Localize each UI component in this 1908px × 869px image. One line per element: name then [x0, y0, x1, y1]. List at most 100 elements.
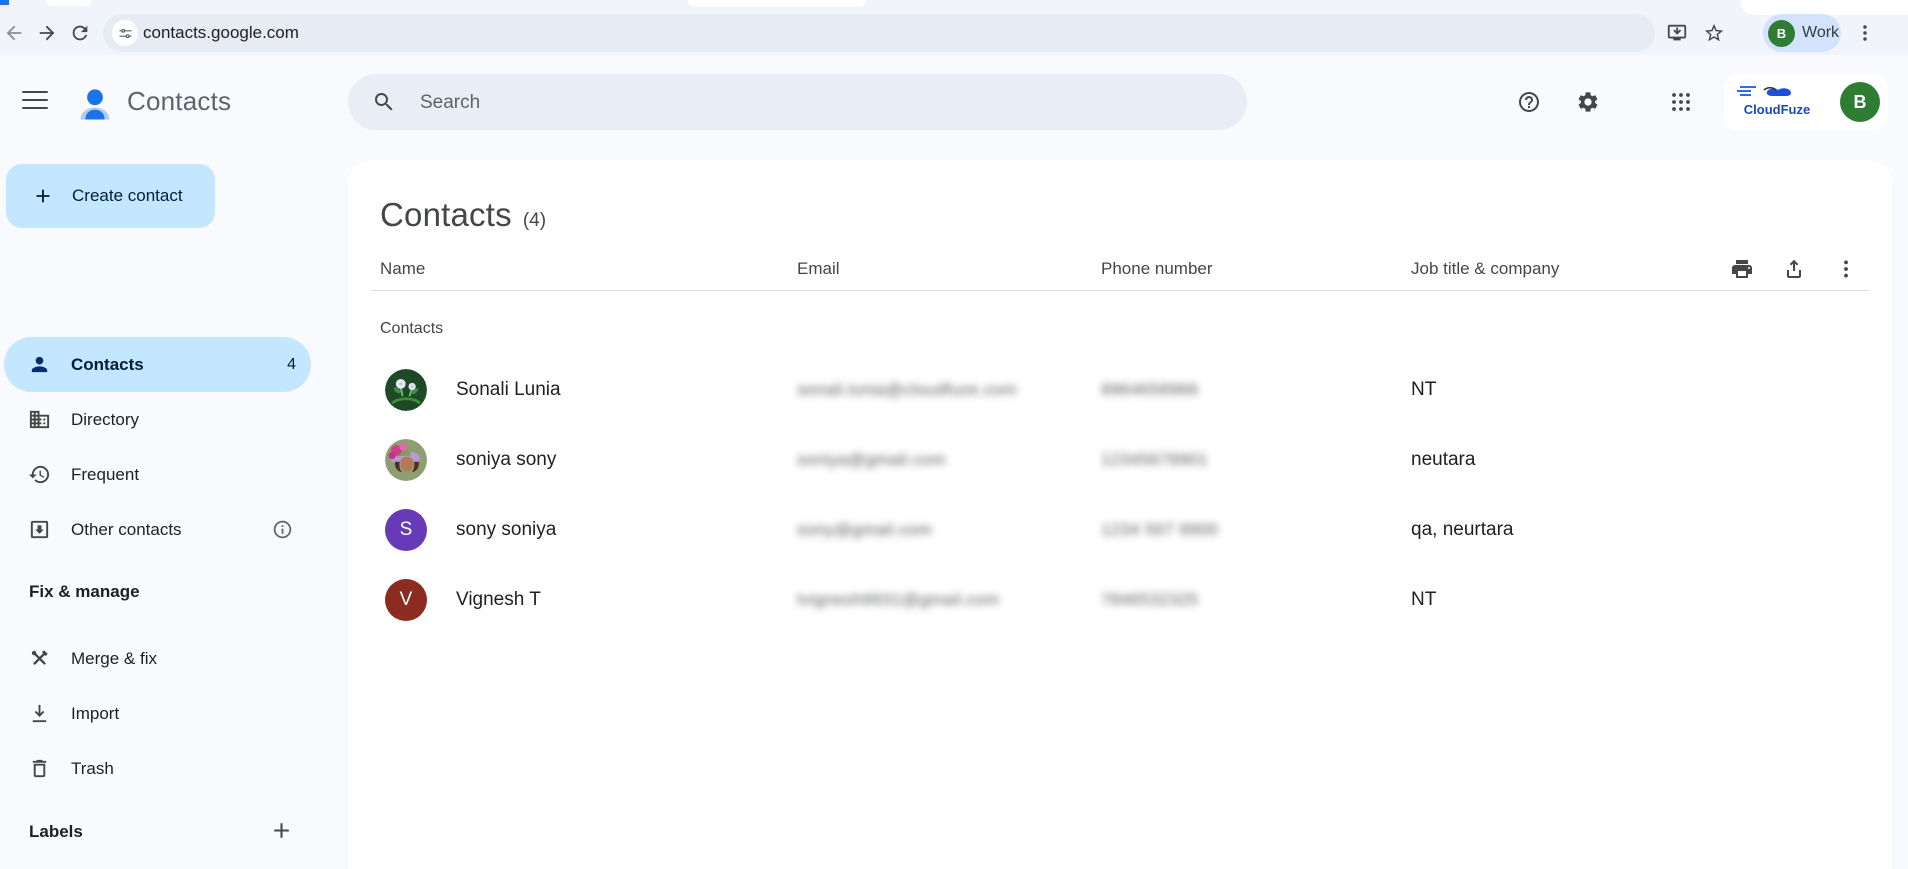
page-title-count: (4)	[522, 210, 547, 231]
page-title: Contacts (4)	[380, 196, 546, 234]
contacts-group-label: Contacts	[380, 320, 444, 337]
browser-menu-icon[interactable]	[1851, 19, 1879, 47]
sidebar-item-frequent[interactable]: Frequent	[0, 447, 348, 502]
contact-avatar-monogram[interactable]: S	[385, 509, 427, 551]
contact-avatar-flowers[interactable]	[385, 369, 427, 411]
sidebar-item-contacts[interactable]: Contacts 4	[0, 337, 348, 392]
contact-phone-blurred: 1234 567 8900	[1101, 520, 1219, 539]
address-bar[interactable]: contacts.google.com	[103, 14, 1655, 52]
contact-job: neutara	[1411, 449, 1476, 470]
search-input[interactable]	[418, 74, 1212, 132]
tab-strip-hint	[688, 0, 866, 7]
browser-profile-name: Work	[1802, 24, 1840, 41]
column-header-phone: Phone number	[1101, 259, 1213, 278]
install-app-icon[interactable]	[1663, 19, 1691, 47]
contacts-logo-icon	[74, 81, 116, 123]
create-contact-label: Create contact	[72, 186, 183, 205]
contact-name: soniya sony	[456, 449, 557, 470]
sidebar-item-label: Directory	[71, 410, 140, 429]
table-header-row: Name Email Phone number Job title & comp…	[348, 248, 1892, 290]
settings-gear-icon[interactable]	[1576, 90, 1600, 114]
reload-icon[interactable]	[66, 19, 94, 47]
contact-name: Sonali Lunia	[456, 379, 561, 400]
page-title-text: Contacts	[380, 196, 512, 233]
browser-profile-avatar: B	[1768, 19, 1795, 47]
forward-icon[interactable]	[33, 19, 61, 47]
cloudfuze-logo: CloudFuze	[1734, 81, 1820, 123]
sidebar-item-trash[interactable]: Trash	[0, 741, 348, 796]
site-info-icon[interactable]	[112, 20, 138, 46]
print-icon[interactable]	[1730, 257, 1754, 281]
search-bar[interactable]	[348, 74, 1247, 132]
account-avatar[interactable]: B	[1840, 82, 1880, 122]
sidebar-item-other-contacts[interactable]: Other contacts	[0, 502, 348, 557]
bookmark-star-icon[interactable]	[1700, 19, 1728, 47]
table-row-sony-soniya[interactable]: S sony soniya sony@gmail.com 1234 567 89…	[348, 495, 1892, 565]
app-title: Contacts	[127, 86, 232, 116]
sidebar-item-label: Other contacts	[71, 520, 182, 539]
contact-email-blurred: tvignesh9931@gmail.com	[797, 590, 1000, 609]
trash-icon	[28, 757, 51, 780]
sidebar: Create contact Contacts 4 Directory Freq…	[0, 140, 348, 869]
tools-icon	[28, 647, 51, 670]
search-icon[interactable]	[372, 90, 396, 114]
tab-strip-accent	[0, 0, 9, 5]
contacts-list-panel: Contacts (4) Name Email Phone number Job…	[348, 160, 1892, 869]
contact-avatar-monogram[interactable]: V	[385, 579, 427, 621]
sidebar-item-label: Import	[71, 704, 120, 723]
main-menu-icon[interactable]	[20, 88, 50, 112]
back-icon[interactable]	[0, 19, 28, 47]
sidebar-item-label: Merge & fix	[71, 649, 157, 668]
column-header-email: Email	[797, 259, 840, 278]
sidebar-item-label: Frequent	[71, 465, 140, 484]
screen: contacts.google.com B Work Contacts Sear…	[0, 0, 1908, 869]
contact-email-blurred: sonali.lunia@cloudfuze.com	[797, 380, 1017, 399]
column-header-name: Name	[380, 259, 426, 278]
url-text[interactable]: contacts.google.com	[143, 14, 299, 52]
contacts-table: Sonali Lunia sonali.lunia@cloudfuze.com …	[348, 355, 1892, 635]
table-row-vignesh-t[interactable]: V Vignesh T tvignesh9931@gmail.com 78465…	[348, 565, 1892, 635]
sidebar-item-merge-fix[interactable]: Merge & fix	[0, 631, 348, 686]
contact-name: Vignesh T	[456, 589, 541, 610]
table-row-soniya-sony[interactable]: soniya sony soniya@gmail.com 12345678901…	[348, 425, 1892, 495]
help-icon[interactable]	[1517, 90, 1541, 114]
export-upload-icon[interactable]	[1782, 257, 1806, 281]
sidebar-item-label: Contacts	[71, 355, 144, 374]
contact-job: NT	[1411, 589, 1437, 610]
info-icon[interactable]	[272, 519, 293, 540]
contact-email-blurred: sony@gmail.com	[797, 520, 932, 539]
header-divider	[370, 290, 1870, 291]
column-header-job: Job title & company	[1411, 259, 1560, 278]
labels-heading: Labels	[29, 822, 83, 841]
contact-avatar-portrait[interactable]	[385, 439, 427, 481]
sidebar-item-import[interactable]: Import	[0, 686, 348, 741]
contact-phone-blurred: 12345678901	[1101, 450, 1209, 469]
contacts-app: Contacts CloudFuze B	[0, 55, 1908, 869]
contact-job: NT	[1411, 379, 1437, 400]
person-icon	[28, 353, 51, 376]
create-contact-button[interactable]: Create contact	[6, 164, 215, 228]
plus-icon	[32, 185, 54, 207]
archive-box-icon	[28, 518, 51, 541]
sidebar-item-directory[interactable]: Directory	[0, 392, 348, 447]
import-download-icon	[28, 702, 51, 725]
contact-phone-blurred: 8964658966	[1101, 380, 1199, 399]
contact-phone-blurred: 7846532325	[1101, 590, 1199, 609]
contact-job: qa, neurtara	[1411, 519, 1514, 540]
contact-email-blurred: soniya@gmail.com	[797, 450, 946, 469]
google-apps-grid-icon[interactable]	[1669, 90, 1693, 114]
contact-name: sony soniya	[456, 519, 557, 540]
tab-strip-hint	[46, 0, 92, 6]
more-options-icon[interactable]	[1834, 257, 1858, 281]
building-icon	[28, 408, 51, 431]
table-row-sonali-lunia[interactable]: Sonali Lunia sonali.lunia@cloudfuze.com …	[348, 355, 1892, 425]
fix-manage-heading: Fix & manage	[29, 582, 140, 601]
add-label-plus-icon[interactable]	[269, 818, 294, 843]
cloudfuze-logo-text: CloudFuze	[1743, 102, 1811, 117]
sidebar-item-count: 4	[287, 356, 296, 373]
history-clock-icon	[28, 463, 51, 486]
browser-toolbar: contacts.google.com B Work	[0, 0, 1908, 55]
account-card: CloudFuze B	[1724, 74, 1888, 130]
sidebar-item-label: Trash	[71, 759, 114, 778]
browser-profile-button[interactable]: B Work	[1763, 14, 1841, 52]
